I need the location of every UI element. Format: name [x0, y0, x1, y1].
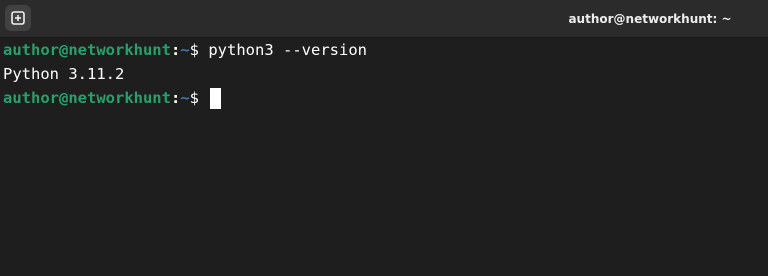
prompt-directory: ~	[180, 41, 190, 59]
command-text: python3 --version	[208, 41, 367, 59]
prompt-symbol: $	[189, 41, 209, 59]
prompt-separator: :	[170, 89, 181, 107]
prompt-user-host: author@networkhunt	[3, 89, 171, 107]
prompt-user-host: author@networkhunt	[3, 41, 171, 59]
output-text: Python 3.11.2	[3, 65, 125, 83]
prompt-directory: ~	[180, 89, 190, 107]
terminal-output[interactable]: author@networkhunt: ~ $ python3 --version …	[3, 38, 768, 276]
terminal-window: author@networkhunt: ~ author@networkhunt…	[0, 0, 768, 276]
prompt-separator: :	[170, 41, 181, 59]
title-bar: author@networkhunt: ~	[0, 0, 768, 38]
prompt-symbol: $	[189, 89, 209, 107]
new-tab-icon	[11, 11, 25, 25]
terminal-line-command: author@networkhunt: ~ $ python3 --version	[3, 38, 768, 62]
terminal-line-output: Python 3.11.2	[3, 62, 768, 86]
terminal-line-prompt: author@networkhunt: ~ $	[3, 86, 768, 110]
text-cursor	[210, 87, 222, 109]
new-tab-button[interactable]	[5, 5, 31, 31]
window-title: author@networkhunt: ~	[568, 12, 732, 26]
